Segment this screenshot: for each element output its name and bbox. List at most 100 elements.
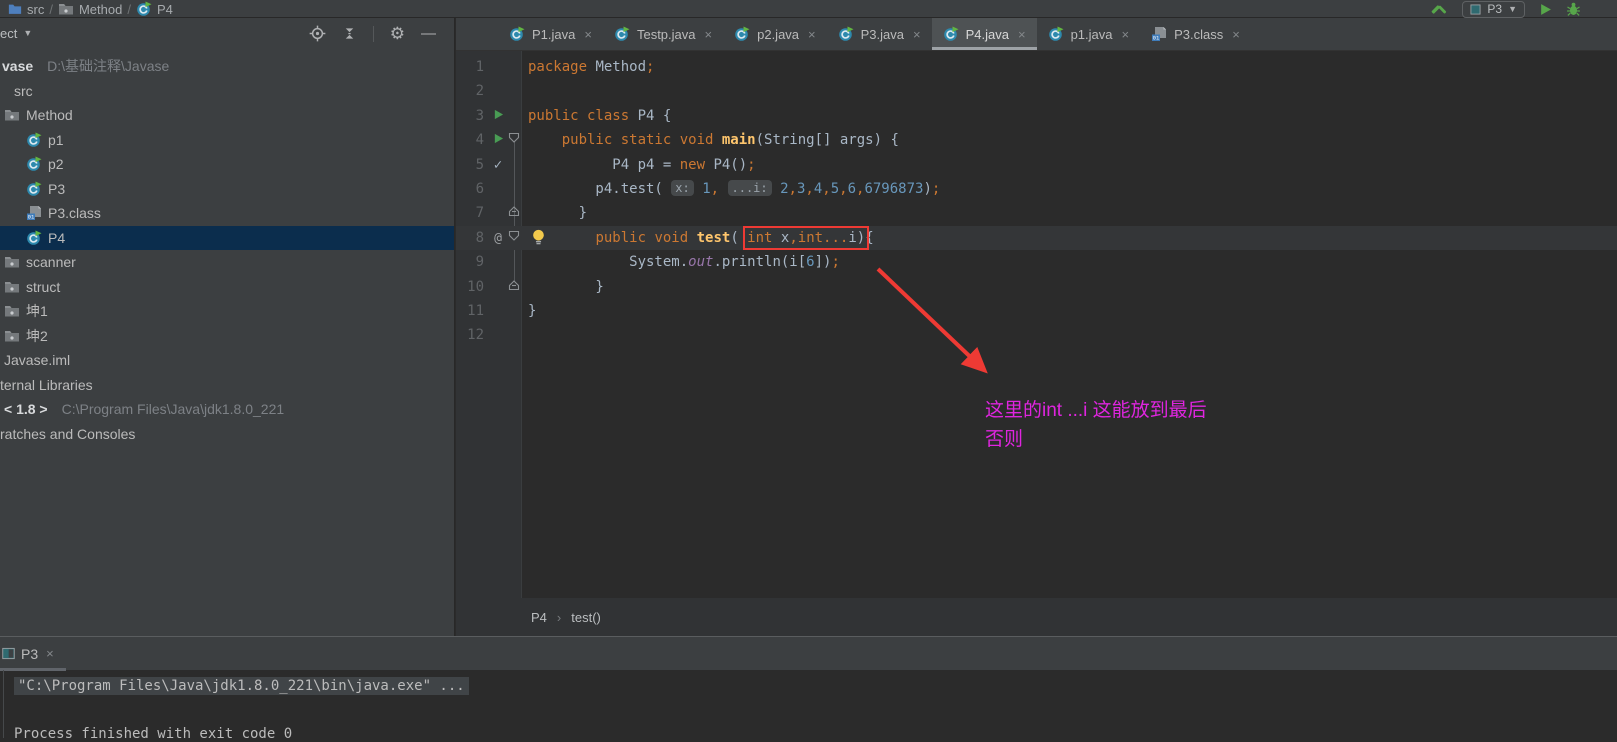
tree-item-struct[interactable]: struct bbox=[0, 275, 454, 300]
close-icon[interactable]: × bbox=[1121, 27, 1129, 42]
editor-tab-Testp.java[interactable]: Testp.java × bbox=[603, 18, 723, 50]
tree-item-path: D:\基础注释\Javase bbox=[47, 58, 170, 75]
editor-tab-P1.java[interactable]: P1.java × bbox=[498, 18, 603, 50]
tree-item-p1[interactable]: p1 bbox=[0, 128, 454, 153]
close-icon[interactable]: × bbox=[584, 27, 592, 42]
code-line-10[interactable]: 10 } bbox=[456, 275, 1617, 299]
tree-item-ratches-and-Consoles[interactable]: ratches and Consoles bbox=[0, 422, 454, 447]
breadcrumb-method[interactable]: test() bbox=[571, 610, 601, 625]
run-config-icon bbox=[1470, 3, 1481, 15]
code-token: main bbox=[721, 132, 756, 149]
editor-tab-P4.java[interactable]: P4.java × bbox=[931, 18, 1037, 50]
code-editor[interactable]: 1 package Method; 2 3 public class P4 {4 pub… bbox=[456, 51, 1617, 598]
tree-item-P4[interactable]: P4 bbox=[0, 225, 454, 250]
code-line-6[interactable]: 6 p4.test( x: 1, ...i: 2,3,4,5,6,6796873… bbox=[456, 177, 1617, 201]
code-line-9[interactable]: 9 System.out.println(i[6]); bbox=[456, 250, 1617, 274]
run-icon[interactable] bbox=[493, 133, 504, 144]
tab-label: p1.java bbox=[1070, 26, 1113, 42]
code-token: , bbox=[839, 180, 848, 197]
run-button[interactable] bbox=[1539, 3, 1552, 16]
nav-breadcrumb-Method[interactable]: Method bbox=[58, 1, 122, 17]
code-line-5[interactable]: 5 ✓ P4 p4 = new P4(); bbox=[456, 153, 1617, 177]
code-line-12[interactable]: 12 bbox=[456, 323, 1617, 347]
console-output[interactable]: "C:\Program Files\Java\jdk1.8.0_221\bin\… bbox=[0, 670, 1617, 742]
class-file-icon: 01 bbox=[1151, 26, 1167, 42]
debug-bug-icon[interactable] bbox=[1566, 2, 1581, 16]
nav-breadcrumb-P4[interactable]: P4 bbox=[136, 1, 173, 17]
run-gutter-icon[interactable] bbox=[490, 104, 506, 128]
code-line-8[interactable]: 8 @ public void test( int x,int...i){ bbox=[456, 225, 1617, 251]
code-token: } bbox=[528, 278, 604, 295]
line-number: 10 bbox=[467, 278, 484, 295]
parameter-hint: ...i: bbox=[727, 179, 772, 196]
run-icon[interactable] bbox=[493, 109, 504, 120]
locate-file-icon[interactable] bbox=[309, 25, 326, 42]
tree-item-坤2[interactable]: 坤2 bbox=[0, 324, 454, 349]
hide-panel-icon[interactable]: — bbox=[421, 26, 436, 41]
build-hammer-icon[interactable] bbox=[1431, 2, 1448, 17]
bookmark-check-icon[interactable]: ✓ bbox=[490, 153, 506, 177]
fold-expand-icon[interactable] bbox=[508, 128, 521, 152]
nav-breadcrumb-src[interactable]: src bbox=[8, 2, 44, 17]
line-number: 11 bbox=[467, 302, 484, 319]
breadcrumb-separator: / bbox=[49, 1, 53, 17]
code-token: .println(i[ bbox=[713, 254, 807, 271]
code-token: public static void bbox=[561, 132, 722, 149]
fold-down-icon[interactable] bbox=[508, 230, 520, 242]
tree-item-Method[interactable]: Method bbox=[0, 103, 454, 128]
close-icon[interactable]: × bbox=[913, 27, 921, 42]
editor-tab-P3.java[interactable]: P3.java × bbox=[827, 18, 932, 50]
fold-expand-icon[interactable] bbox=[508, 226, 521, 250]
code-line-2[interactable]: 2 bbox=[456, 79, 1617, 103]
code-line-3[interactable]: 3 public class P4 { bbox=[456, 104, 1617, 128]
project-view-label: ect bbox=[0, 26, 18, 41]
settings-gear-icon[interactable]: ⚙ bbox=[390, 25, 405, 42]
close-icon[interactable]: × bbox=[1018, 27, 1026, 42]
fold-collapse-icon[interactable] bbox=[508, 201, 521, 225]
tree-item-label: Javase.iml bbox=[4, 352, 71, 369]
bookmark-at-icon[interactable]: @ bbox=[490, 226, 506, 251]
fold-collapse-icon[interactable] bbox=[508, 275, 521, 299]
code-line-4[interactable]: 4 public static void main(String[] args)… bbox=[456, 128, 1617, 152]
tree-item-label: < 1.8 > bbox=[4, 401, 48, 418]
editor-tab-P3.class[interactable]: 01 P3.class × bbox=[1140, 18, 1251, 50]
run-configuration-select[interactable]: P3 ▼ bbox=[1462, 0, 1525, 18]
tree-item-src[interactable]: src bbox=[0, 79, 454, 104]
console-tab[interactable]: P3 × bbox=[2, 637, 54, 670]
tree-item-label: 坤1 bbox=[26, 303, 48, 320]
tree-item-P3[interactable]: P3 bbox=[0, 177, 454, 202]
close-icon[interactable]: × bbox=[46, 646, 54, 661]
code-line-7[interactable]: 7 } bbox=[456, 201, 1617, 225]
close-icon[interactable]: × bbox=[1232, 27, 1240, 42]
tree-item-scanner[interactable]: scanner bbox=[0, 250, 454, 275]
tree-item-label: P4 bbox=[48, 229, 66, 246]
code-line-1[interactable]: 1 package Method; bbox=[456, 55, 1617, 79]
code-token: (String[] args) { bbox=[755, 132, 899, 149]
code-text: p4.test( x: 1, ...i: 2,3,4,5,6,6796873); bbox=[528, 177, 940, 201]
fold-up-icon[interactable] bbox=[508, 279, 520, 291]
run-gutter-icon[interactable] bbox=[490, 128, 506, 152]
tree-item-p2[interactable]: p2 bbox=[0, 152, 454, 177]
tree-item-Javase.iml[interactable]: Javase.iml bbox=[0, 348, 454, 373]
class-icon bbox=[26, 132, 42, 148]
code-token: out bbox=[688, 254, 714, 271]
tree-item-vase[interactable]: vase D:\基础注释\Javase bbox=[0, 54, 454, 79]
code-token: ]) bbox=[814, 254, 832, 271]
code-line-11[interactable]: 11} bbox=[456, 299, 1617, 323]
code-token: p4.test( bbox=[528, 180, 672, 197]
collapse-all-icon[interactable] bbox=[342, 26, 357, 41]
fold-up-icon[interactable] bbox=[508, 205, 520, 217]
breadcrumb-class[interactable]: P4 bbox=[531, 610, 547, 625]
fold-down-icon[interactable] bbox=[508, 132, 520, 144]
close-icon[interactable]: × bbox=[705, 27, 713, 42]
tree-item-坤1[interactable]: 坤1 bbox=[0, 299, 454, 324]
project-view-dropdown[interactable]: ect ▼ bbox=[0, 26, 32, 41]
tree-item-<-1.8->[interactable]: < 1.8 > C:\Program Files\Java\jdk1.8.0_22… bbox=[0, 397, 454, 422]
editor-tab-p1.java[interactable]: p1.java × bbox=[1037, 18, 1141, 50]
editor-tab-p2.java[interactable]: p2.java × bbox=[723, 18, 827, 50]
line-number: 7 bbox=[475, 205, 484, 222]
close-icon[interactable]: × bbox=[808, 27, 816, 42]
tree-item-P3.class[interactable]: 01 P3.class bbox=[0, 201, 454, 226]
tree-item-ternal-Libraries[interactable]: ternal Libraries bbox=[0, 373, 454, 398]
